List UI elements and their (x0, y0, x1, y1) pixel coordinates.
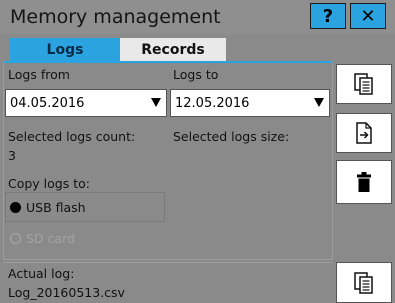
radio-selected-icon (10, 202, 21, 213)
copy-pages-icon (354, 271, 373, 294)
radio-usb-flash-label: USB flash (26, 200, 86, 215)
actual-log-value: Log_20160513.csv (8, 285, 125, 300)
radio-sd-card[interactable]: SD card (10, 231, 75, 246)
file-export-icon (356, 122, 372, 144)
tab-records[interactable]: Records (120, 38, 226, 61)
selected-size-label: Selected logs size: (173, 129, 290, 144)
close-button[interactable]: ✕ (350, 3, 386, 29)
logs-to-label: Logs to (173, 67, 219, 82)
radio-sd-card-label: SD card (26, 231, 75, 246)
logs-to-value: 12.05.2016 (175, 95, 250, 111)
copy-logs-button[interactable] (336, 64, 392, 104)
help-button[interactable]: ? (310, 3, 346, 29)
logs-to-select[interactable]: 12.05.2016 (170, 89, 330, 117)
actual-log-label: Actual log: (8, 266, 75, 281)
chevron-down-icon (314, 98, 324, 107)
logs-from-select[interactable]: 04.05.2016 (5, 89, 167, 117)
export-logs-button[interactable] (336, 113, 392, 153)
radio-unselected-icon (10, 233, 21, 244)
radio-usb-flash[interactable]: USB flash (10, 200, 86, 215)
chevron-down-icon (151, 98, 161, 107)
selected-count-value: 3 (8, 148, 16, 163)
selected-count-label: Selected logs count: (8, 129, 136, 144)
tab-logs[interactable]: Logs (10, 38, 120, 61)
copy-actual-log-button[interactable] (336, 262, 392, 303)
delete-logs-button[interactable] (336, 160, 392, 204)
window-title: Memory management (10, 6, 221, 28)
copy-pages-icon (354, 73, 373, 95)
copy-to-label: Copy logs to: (8, 176, 90, 191)
logs-from-value: 04.05.2016 (10, 95, 85, 111)
trash-icon (357, 172, 371, 192)
logs-from-label: Logs from (8, 67, 70, 82)
